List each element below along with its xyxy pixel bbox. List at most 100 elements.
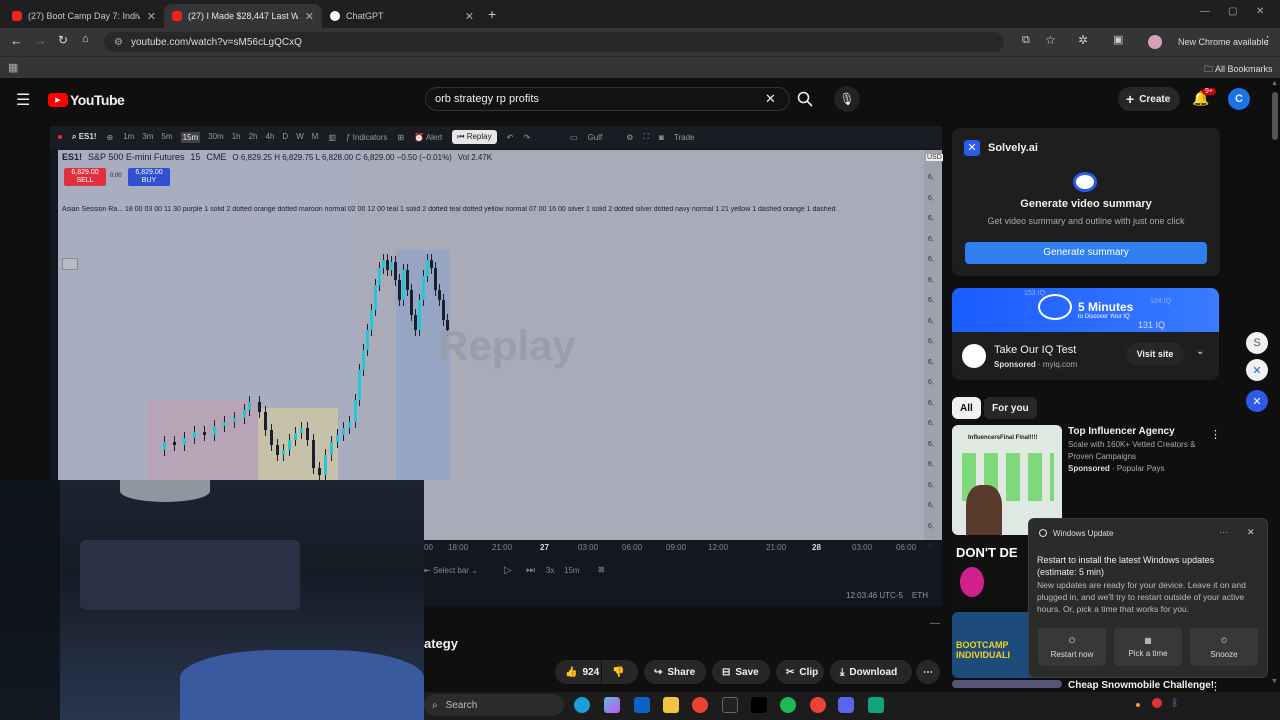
chevron-down-icon[interactable]: ⌄ [1196,346,1204,357]
rec-title[interactable]: Top Influencer Agency [1068,426,1175,437]
more-actions-button[interactable]: ⋯ [916,660,940,684]
site-info-icon[interactable]: ⚙ [114,37,123,48]
dislike-button[interactable]: 👎 [602,660,638,684]
save-button[interactable]: ⊟ Save [712,660,770,684]
scroll-down-icon[interactable]: ▼ [1271,678,1278,685]
account-avatar[interactable]: C [1228,88,1250,110]
price-axis[interactable]: USD 6, 6, 6, 6, 6, 6, 6, 6, 6, 6, 6, 6, 6, 6, 6, 6, 6, 6,… [924,150,943,550]
exit-replay-icon[interactable]: ⊠ [598,565,605,574]
iq-test-ad[interactable]: 153 IQ 5 Minutes to Discover Your IQ 124… [952,288,1219,380]
edge-icon[interactable] [574,697,590,713]
scrollbar-thumb[interactable] [1272,92,1278,140]
compare-icon[interactable]: ⊕ [107,133,114,142]
settings-gear-icon[interactable]: ⚙ [626,133,633,142]
solvely-side-button[interactable]: ✕ [1246,390,1268,412]
session-type[interactable]: ETH [912,591,928,600]
step-forward-icon[interactable]: ⏭ [526,565,535,576]
all-bookmarks[interactable]: 🗀 All Bookmarks [1204,62,1273,78]
maximize-icon[interactable]: ▢ [1228,6,1237,17]
layout-name[interactable]: Gulf [588,133,603,142]
tradingview-icon[interactable] [722,697,738,713]
cast-icon[interactable]: ⧉ [1022,34,1030,47]
clip-button[interactable]: ✂ Clip [776,660,824,684]
replay-interval[interactable]: 15m [564,566,580,575]
reload-icon[interactable]: ↻ [58,33,68,47]
spotify-icon[interactable] [780,697,796,713]
rec-title[interactable]: Cheap Snowmobile Challenge! [1068,680,1214,691]
indicators-button[interactable]: ƒ Indicators [346,133,387,142]
chrome-icon[interactable] [692,697,708,713]
create-button[interactable]: + Create [1118,87,1180,111]
apps-grid-icon[interactable]: ▦ [8,61,18,74]
omnibox[interactable]: ⚙ youtube.com/watch?v=sM56cLgQCxQ [104,32,1004,52]
interval-5m[interactable]: 5m [161,132,172,143]
chip-all[interactable]: All [952,397,981,419]
home-icon[interactable]: ⌂ [82,33,89,45]
visit-site-button[interactable]: Visit site [1126,343,1184,365]
bookmark-star-icon[interactable]: ☆ [1045,33,1056,47]
new-tab-icon[interactable]: + [488,6,496,22]
more-vertical-icon[interactable]: ⋮ [1210,428,1221,441]
hamburger-menu-icon[interactable]: ☰ [16,90,30,110]
interval-1m[interactable]: 1m [123,132,134,143]
tray-dot-icon[interactable] [1136,703,1140,707]
rec-thumbnail[interactable] [952,680,1062,688]
symbol-search[interactable]: ⌕ ES1! [72,132,97,142]
extension-x-button[interactable]: ✕ [1246,359,1268,381]
new-chrome-available[interactable]: New Chrome available [1178,37,1269,47]
interval-1h[interactable]: 1h [232,132,241,143]
side-panel-icon[interactable]: ▣ [1113,33,1123,46]
trade-button[interactable]: Trade [674,133,695,142]
search-button[interactable] [790,87,820,111]
extension-s-button[interactable]: S [1246,332,1268,354]
menu-kebab-icon[interactable]: ⋮ [1262,34,1273,47]
replay-button[interactable]: ⏮ Replay [452,130,497,144]
interval-4h[interactable]: 4h [266,132,275,143]
more-vertical-icon[interactable]: ⋮ [1210,680,1221,693]
interval-M[interactable]: M [312,132,319,143]
like-button[interactable]: 👍 924 [555,660,601,684]
interval-2h[interactable]: 2h [249,132,258,143]
chatgpt-app-icon[interactable] [868,697,884,713]
alert-button[interactable]: ⏰ Alert [414,133,442,142]
interval-D[interactable]: D [282,132,288,143]
select-bar-button[interactable]: ⇤ Select bar ⌄ [424,566,478,575]
replay-speed[interactable]: 3x [546,566,554,575]
toast-more-icon[interactable]: ⋯ [1219,527,1228,538]
collapse-icon[interactable]: — [930,618,940,629]
chrome-profile-icon[interactable] [810,697,826,713]
youtube-logo[interactable]: ▶ YouTube [48,92,125,108]
restart-now-button[interactable]: ⏻ Restart now [1038,628,1106,666]
tray-app-icon[interactable] [1152,698,1162,708]
profile-avatar[interactable] [1148,35,1162,49]
toast-close-icon[interactable]: ✕ [1247,527,1255,538]
fullscreen-icon[interactable]: ⛶ [643,132,649,142]
copilot-icon[interactable] [604,697,620,713]
close-window-icon[interactable]: ✕ [1256,6,1264,17]
extensions-icon[interactable]: ✲ [1078,33,1088,47]
store-icon[interactable] [634,697,650,713]
voice-search-button[interactable]: 🎙 [834,86,860,112]
snapshot-camera-icon[interactable]: ◙ [659,133,664,142]
interval-3m[interactable]: 3m [142,132,153,143]
close-tab-icon[interactable]: ✕ [305,10,314,23]
chip-for-you[interactable]: For you [984,397,1037,419]
chart-type-icon[interactable]: ▥ [328,133,336,142]
pick-a-time-button[interactable]: ▦ Pick a time [1114,628,1182,666]
snooze-button[interactable]: ⏲ Snooze [1190,628,1258,666]
utc-clock[interactable]: 12:03:46 UTC-5 [846,591,903,600]
download-button[interactable]: ⤓ Download [830,660,912,684]
interval-15m[interactable]: 15m [180,131,201,143]
scroll-up-icon[interactable]: ▲ [1271,80,1278,87]
undo-icon[interactable]: ↶ [507,133,514,142]
close-tab-icon[interactable]: ✕ [465,10,474,23]
interval-W[interactable]: W [296,132,304,143]
share-button[interactable]: ↪ Share [644,660,706,684]
browser-tab-2[interactable]: (27) I Made $28,447 Last Week ✕ [164,4,322,28]
play-icon[interactable]: ▷ [504,565,512,576]
tray-bluetooth-icon[interactable]: ᛒ [1172,698,1178,709]
layout-select-icon[interactable]: ▭ [570,133,578,142]
browser-tab-3[interactable]: ChatGPT ✕ [322,4,482,28]
generate-summary-button[interactable]: Generate summary [965,242,1207,264]
browser-tab-1[interactable]: (27) Boot Camp Day 7: Individu ✕ [4,4,164,28]
